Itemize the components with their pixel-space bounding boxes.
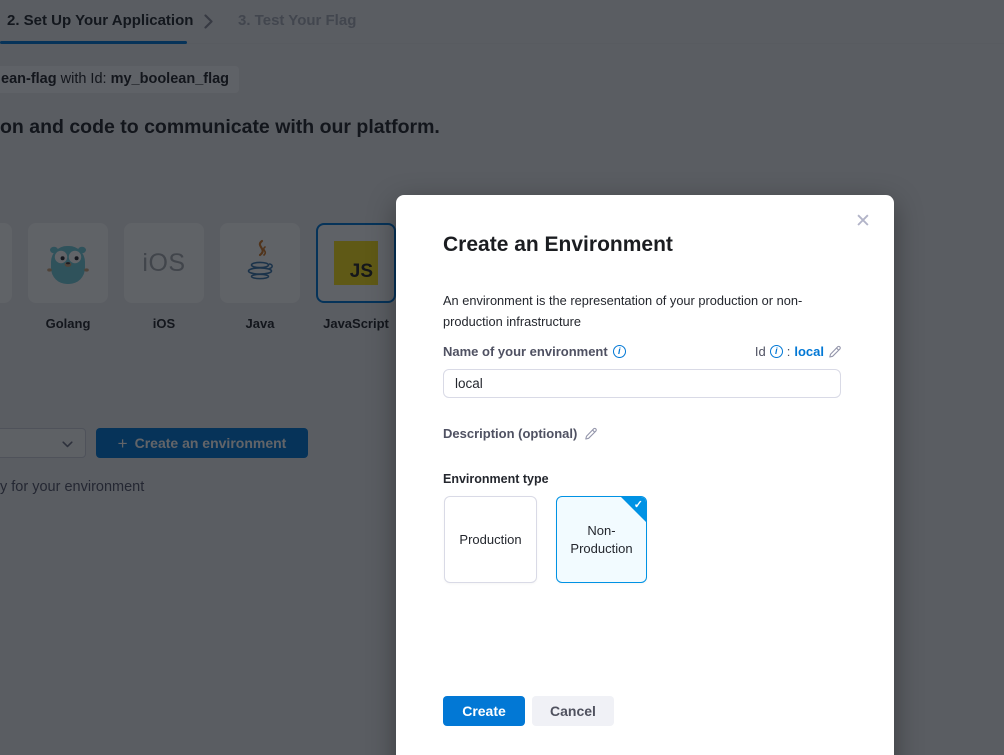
environment-name-input[interactable] <box>443 369 841 398</box>
info-icon: i <box>770 345 783 358</box>
environment-type-label: Environment type <box>443 472 549 486</box>
create-environment-modal: ✕ Create an Environment An environment i… <box>396 195 894 755</box>
check-icon: ✓ <box>634 498 643 513</box>
edit-description-pencil-icon[interactable] <box>584 427 598 441</box>
env-type-non-production-label: Non-Production <box>561 522 642 557</box>
create-button[interactable]: Create <box>443 696 525 726</box>
modal-description: An environment is the representation of … <box>443 291 847 332</box>
edit-id-pencil-icon[interactable] <box>828 345 842 359</box>
environment-id-group: Id i : local <box>755 344 842 359</box>
info-icon: i <box>613 345 626 358</box>
environment-type-cards: Production ✓ Non-Production <box>444 496 647 583</box>
description-optional-label: Description (optional) <box>443 426 577 441</box>
env-type-production-label: Production <box>459 531 521 549</box>
id-label: Id <box>755 344 766 359</box>
modal-button-row: Create Cancel <box>443 696 614 726</box>
environment-name-label: Name of your environment i <box>443 344 626 359</box>
modal-title: Create an Environment <box>443 233 673 257</box>
close-icon[interactable]: ✕ <box>850 209 876 235</box>
environment-name-label-text: Name of your environment <box>443 344 608 359</box>
selected-corner-badge: ✓ <box>620 496 647 523</box>
environment-id-value: local <box>794 344 824 359</box>
description-optional-row: Description (optional) <box>443 426 598 441</box>
env-type-non-production-card[interactable]: ✓ Non-Production <box>556 496 647 583</box>
id-colon: : <box>787 344 791 359</box>
cancel-button[interactable]: Cancel <box>532 696 614 726</box>
name-label-row: Name of your environment i Id i : local <box>443 344 842 359</box>
env-type-production-card[interactable]: Production <box>444 496 537 583</box>
